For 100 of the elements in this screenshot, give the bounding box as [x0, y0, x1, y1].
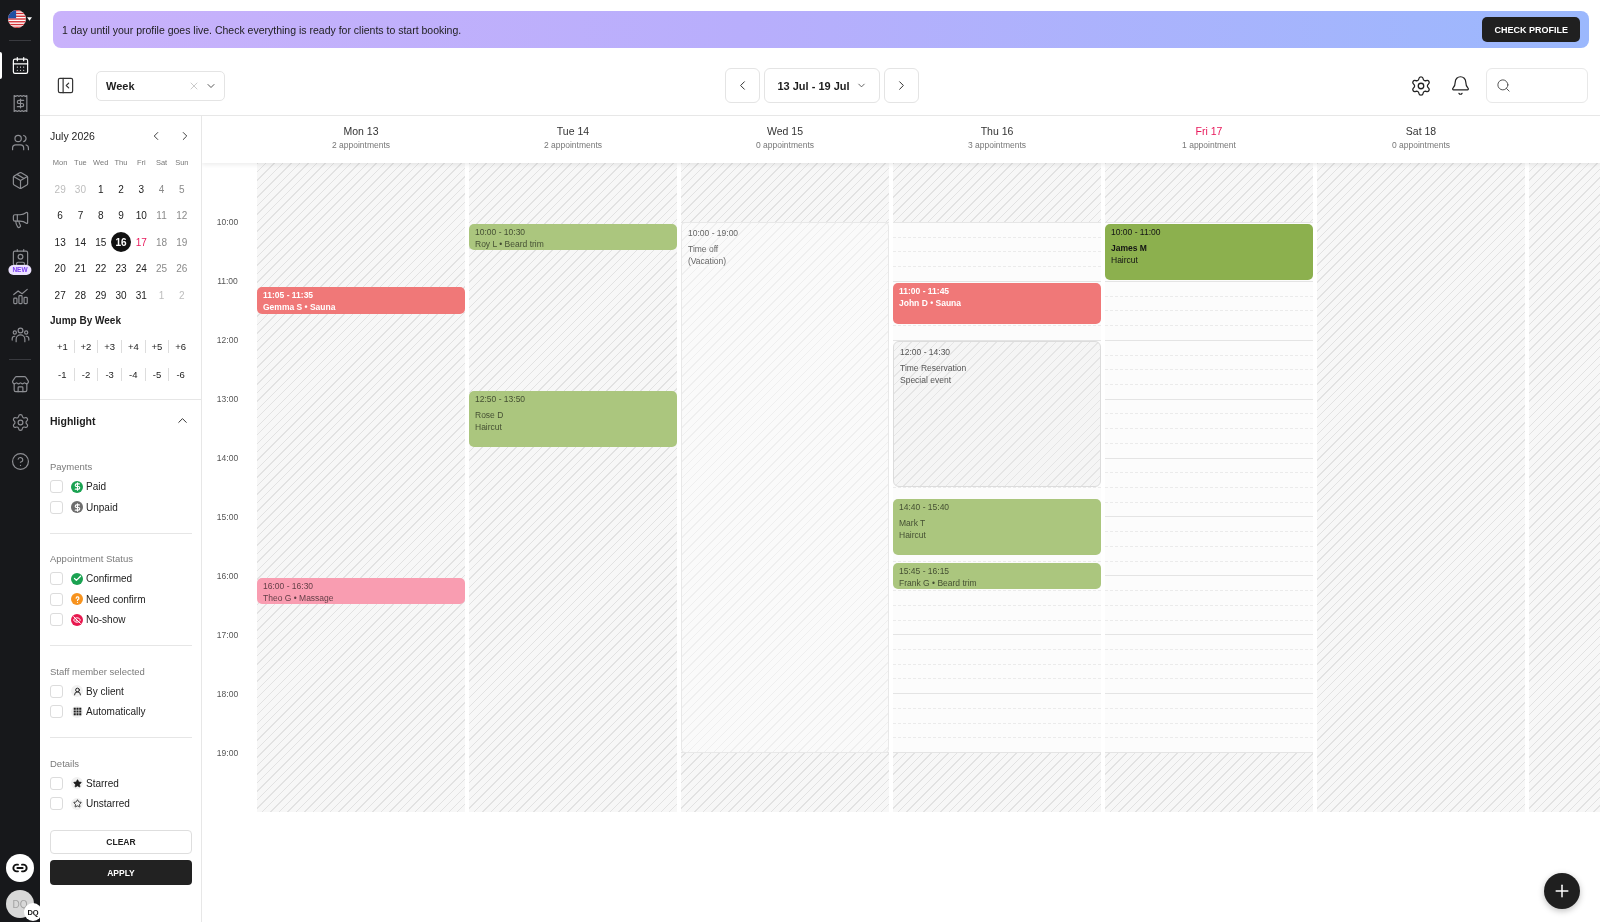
calendar-day[interactable]: 18 — [151, 232, 172, 253]
add-button[interactable] — [1544, 873, 1580, 909]
appointment-card[interactable]: 14:40 - 15:40 Mark T Haircut — [893, 498, 1101, 555]
checkbox[interactable] — [50, 613, 63, 627]
language-button[interactable] — [8, 9, 32, 29]
calendar-day[interactable]: 30 — [111, 285, 131, 306]
clear-button[interactable]: CLEAR — [50, 830, 192, 854]
calendar-day[interactable]: 5 — [171, 179, 192, 200]
event-detail: Haircut — [899, 528, 927, 541]
calendar-day[interactable]: 26 — [171, 258, 192, 279]
calendar-day[interactable]: 1 — [90, 179, 111, 200]
calendar-day[interactable]: 22 — [90, 258, 111, 279]
settings-icon — [10, 413, 30, 433]
event-time: 14:40 - 15:40 — [899, 501, 951, 513]
link-icon[interactable] — [6, 854, 34, 882]
calendar-day[interactable]: 28 — [70, 285, 91, 306]
settings-icon[interactable] — [1410, 74, 1432, 97]
calendar-icon — [10, 55, 30, 75]
search-field[interactable] — [1486, 68, 1588, 103]
bar-chart-icon — [10, 286, 30, 306]
date-range-button[interactable]: 13 Jul - 19 Jul — [764, 68, 880, 103]
calendar-day[interactable]: 21 — [70, 258, 91, 279]
box-icon — [10, 171, 30, 191]
calendar-day[interactable]: 12 — [171, 205, 192, 226]
calendar-day[interactable]: 14 — [70, 232, 91, 253]
appointment-card[interactable]: 10:00 - 11:00 James M Haircut — [1105, 223, 1313, 280]
calendar-day[interactable]: 27 — [50, 285, 71, 306]
person-icon — [71, 685, 83, 698]
appointment-card[interactable]: 15:45 - 16:15 Frank G • Beard trim — [893, 562, 1101, 590]
event-detail: John D • Sauna — [899, 296, 962, 309]
calendar-day[interactable]: 24 — [131, 258, 152, 279]
apply-button[interactable]: APPLY — [50, 860, 192, 885]
jump-week-button[interactable]: +4 — [121, 340, 145, 353]
appointment-card[interactable]: 16:00 - 16:30 Theo G • Massage — [257, 577, 465, 604]
jump-week-button[interactable]: -2 — [73, 368, 98, 381]
jump-week-button[interactable]: +2 — [73, 340, 98, 353]
jump-week-button[interactable]: +5 — [144, 340, 169, 353]
jump-week-button[interactable]: -4 — [121, 368, 145, 381]
calendar-day[interactable]: 15 — [90, 232, 111, 253]
bell-icon[interactable] — [1450, 75, 1471, 96]
star-icon — [71, 777, 83, 790]
jump-week-button[interactable]: -3 — [97, 368, 121, 381]
people-group-icon — [10, 325, 30, 345]
calendar-day[interactable]: 20 — [50, 258, 71, 279]
calendar-day[interactable]: 13 — [50, 232, 71, 253]
day-name: Wed 15 — [767, 124, 803, 139]
calendar-day[interactable]: 10 — [131, 205, 152, 226]
calendar-day[interactable]: 29 — [90, 285, 111, 306]
view-select[interactable]: Week — [96, 70, 225, 101]
jump-week-button[interactable]: -5 — [144, 368, 169, 381]
checkbox[interactable] — [50, 500, 63, 514]
calendar-day[interactable]: 23 — [111, 258, 131, 279]
reservation-block[interactable]: 12:00 - 14:30 Time Reservation Special event — [893, 341, 1101, 487]
calendar-day[interactable]: 16 — [111, 232, 131, 253]
calendar-day[interactable]: 9 — [111, 205, 131, 226]
jump-week-button[interactable]: -1 — [50, 368, 74, 381]
calendar-day[interactable]: 17 — [131, 232, 152, 253]
calendar-day[interactable]: 11 — [151, 205, 172, 226]
group-title: Staff member selected — [50, 664, 146, 679]
calendar-day[interactable]: 25 — [151, 258, 172, 279]
calendar-day[interactable]: 31 — [131, 285, 152, 306]
filter-label: Confirmed — [86, 573, 133, 585]
checkbox[interactable] — [50, 480, 63, 494]
event-detail: Time off — [688, 243, 720, 255]
flag-icon — [8, 10, 26, 28]
day-name: Tue 14 — [556, 124, 590, 139]
event-time: 11:05 - 11:35 — [263, 290, 315, 302]
jump-week-button[interactable]: +6 — [168, 340, 192, 353]
checkbox[interactable] — [50, 705, 63, 719]
event-detail: Time Reservation — [900, 362, 968, 374]
event-detail: Roy L • Beard trim — [475, 237, 545, 250]
checkbox[interactable] — [50, 776, 63, 790]
appointment-count: 2 appointments — [543, 139, 603, 152]
checkbox[interactable] — [50, 797, 63, 811]
calendar-day[interactable]: 2 — [111, 179, 131, 200]
sidebar-collapse-icon[interactable] — [56, 76, 75, 95]
event-time: 11:00 - 11:45 — [899, 285, 951, 297]
jump-week-button[interactable]: -6 — [168, 368, 192, 381]
calendar-day[interactable]: 19 — [171, 232, 192, 253]
id-card-icon — [10, 248, 30, 268]
check-profile-button[interactable]: CHECK PROFILE — [1482, 17, 1580, 42]
checkbox[interactable] — [50, 592, 63, 606]
filter-label: Unpaid — [86, 501, 118, 513]
banner-text: 1 day until your profile goes live. Check everything is ready for clients to start booking. — [62, 23, 462, 36]
checkbox[interactable] — [50, 572, 63, 586]
day-name: Mon 13 — [343, 124, 379, 139]
calendar-day[interactable]: 6 — [50, 205, 71, 226]
checkbox[interactable] — [50, 684, 63, 698]
appointment-card[interactable]: 10:00 - 10:30 Roy L • Beard trim — [469, 223, 677, 250]
time-label: 16:00 — [216, 571, 239, 581]
time-label: 18:00 — [216, 689, 239, 699]
calendar-day[interactable]: 8 — [90, 205, 111, 226]
calendar-day[interactable]: 7 — [70, 205, 91, 226]
appointment-card[interactable]: 12:50 - 13:50 Rose D Haircut — [469, 390, 677, 447]
jump-week-button[interactable]: +3 — [97, 340, 121, 353]
jump-week-button[interactable]: +1 — [50, 340, 74, 353]
time-off-block[interactable]: 10:00 - 19:00 Time off (Vacation) — [681, 222, 889, 753]
calendar-day[interactable]: 3 — [131, 179, 152, 200]
caret-icon — [27, 17, 32, 21]
time-label: 17:00 — [216, 630, 239, 640]
